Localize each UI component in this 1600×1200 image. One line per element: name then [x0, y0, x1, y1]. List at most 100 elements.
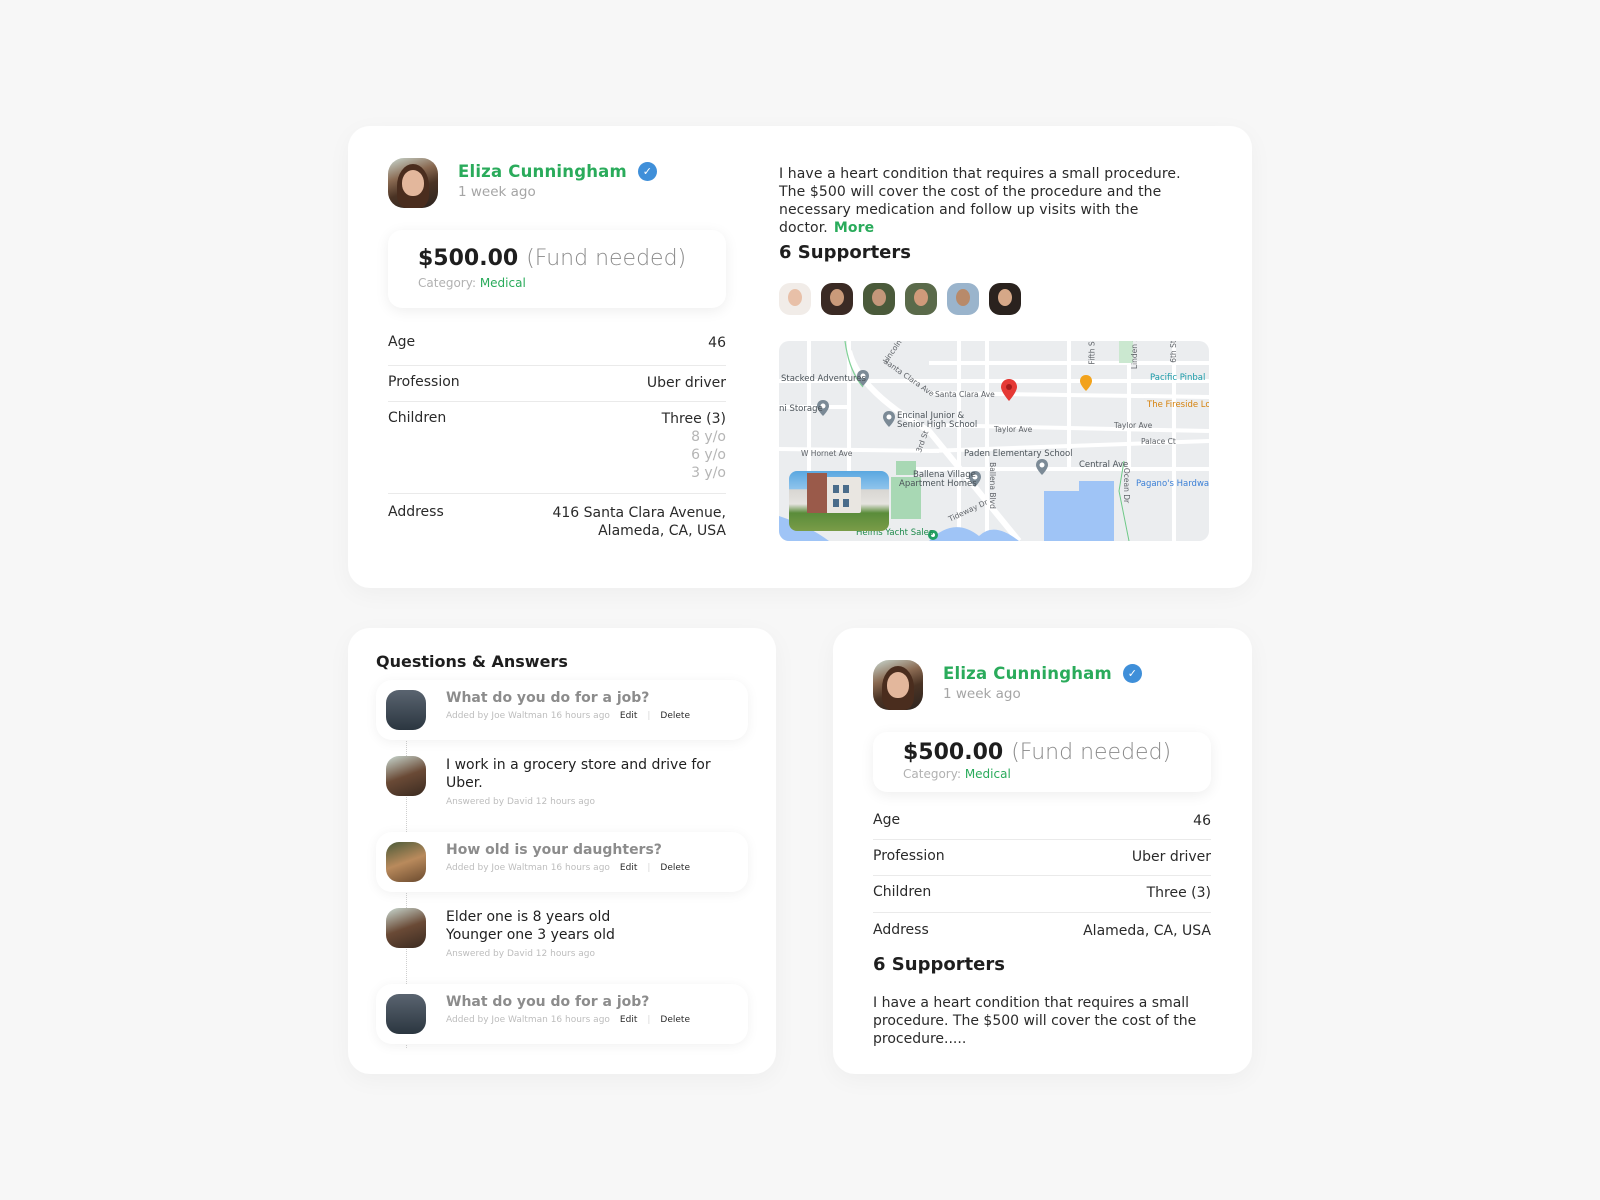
qa-list: What do you do for a job? Added by Joe W…: [376, 680, 748, 1044]
detail-value: Three (3): [1146, 885, 1211, 901]
fund-amount: $500.00: [418, 246, 519, 271]
compact-campaign-card: Eliza Cunningham ✓ 1 week ago $500.00 (Fu…: [833, 628, 1252, 1074]
supporter-avatar[interactable]: [905, 283, 937, 315]
location-pin-icon[interactable]: [1001, 379, 1017, 401]
answer-text: Elder one is 8 years old: [446, 909, 611, 925]
map-label: Central Ave: [1079, 460, 1129, 470]
category-value[interactable]: Medical: [480, 276, 526, 290]
edit-button[interactable]: Edit: [620, 711, 637, 721]
answer-meta: Answered by David 12 hours ago: [446, 949, 596, 959]
category-value[interactable]: Medical: [965, 767, 1011, 781]
profile-header: Eliza Cunningham ✓ 1 week ago: [873, 660, 1142, 710]
fund-label: (Fund needed): [526, 246, 687, 271]
more-link[interactable]: More: [834, 220, 874, 236]
question-meta: Added by Joe Waltman 16 hours ago: [446, 863, 610, 873]
post-time: 1 week ago: [943, 686, 1021, 702]
answer-text: I work in a grocery store and drive for …: [446, 757, 711, 791]
map-label: Pagano's Hardwa: [1136, 479, 1209, 489]
question-item: How old is your daughters? Added by Joe …: [376, 832, 748, 892]
map-label: Linden St: [1130, 341, 1140, 370]
map-label: Taylor Ave: [1114, 421, 1153, 430]
answer-item: I work in a grocery store and drive for …: [376, 740, 748, 832]
supporter-avatar[interactable]: [779, 283, 811, 315]
detail-label: Age: [873, 812, 901, 828]
asker-avatar[interactable]: [386, 690, 426, 730]
detail-row-address: Address Alameda, CA, USA: [873, 913, 1211, 949]
avatar[interactable]: [873, 660, 923, 710]
map-label: Palace Ct: [1141, 437, 1176, 446]
map-label: Senior High School: [897, 420, 978, 430]
asker-avatar[interactable]: [386, 842, 426, 882]
fund-category: Category: Medical: [418, 276, 696, 290]
category-label: Category:: [418, 276, 476, 290]
detail-row-age: Age 46: [873, 804, 1211, 840]
detail-value: Three (3): [661, 411, 726, 427]
details-table: Age 46 Profession Uber driver Children T…: [388, 330, 726, 540]
map-label: Fifth St: [1087, 341, 1097, 365]
child-age: 6 y/o: [691, 447, 726, 463]
supporter-avatar[interactable]: [821, 283, 853, 315]
fund-box: $500.00 (Fund needed) Category: Medical: [388, 230, 726, 308]
property-photo[interactable]: [789, 471, 889, 531]
detail-label: Profession: [388, 374, 460, 390]
answer-text: Younger one 3 years old: [446, 927, 615, 943]
asker-avatar[interactable]: [386, 994, 426, 1034]
supporters-title: 6 Supporters: [873, 954, 1005, 975]
fund-amount: $500.00: [903, 740, 1004, 765]
detail-value: 46: [708, 335, 726, 351]
delete-button[interactable]: Delete: [660, 711, 690, 721]
edit-button[interactable]: Edit: [620, 1015, 637, 1025]
child-age: 3 y/o: [691, 465, 726, 481]
detail-value: Uber driver: [646, 375, 726, 391]
detail-row-address: Address 416 Santa Clara Avenue, Alameda,…: [388, 494, 726, 540]
question-text: What do you do for a job?: [446, 994, 650, 1010]
answerer-avatar[interactable]: [386, 756, 426, 796]
delete-button[interactable]: Delete: [660, 863, 690, 873]
map-label: Pacific Pinbal: [1150, 373, 1206, 383]
qa-card: Questions & Answers What do you do for a…: [348, 628, 776, 1074]
answerer-avatar[interactable]: [386, 908, 426, 948]
question-item: What do you do for a job? Added by Joe W…: [376, 984, 748, 1044]
details-table: Age 46 Profession Uber driver Children T…: [873, 804, 1211, 949]
separator: |: [647, 1015, 651, 1025]
restaurant-pin-icon: [1080, 375, 1092, 391]
map-label: Ballena Blvd: [987, 462, 997, 509]
detail-value: Alameda, CA, USA: [1083, 923, 1211, 939]
map-label: Apartment Homes: [899, 479, 977, 489]
detail-value: Uber driver: [1131, 849, 1211, 865]
map-label: 6th St: [1168, 341, 1178, 363]
detail-value: Alameda, CA, USA: [598, 523, 726, 539]
fund-box: $500.00 (Fund needed) Category: Medical: [873, 732, 1211, 792]
detail-row-profession: Profession Uber driver: [873, 840, 1211, 876]
profile-name[interactable]: Eliza Cunningham: [943, 664, 1112, 683]
category-label: Category:: [903, 767, 961, 781]
fund-category: Category: Medical: [903, 767, 1181, 781]
map-label: Paden Elementary School: [964, 449, 1073, 459]
question-meta: Added by Joe Waltman 16 hours ago: [446, 711, 610, 721]
detail-label: Age: [388, 334, 416, 350]
detail-value: 416 Santa Clara Avenue,: [552, 505, 726, 521]
supporter-avatar[interactable]: [989, 283, 1021, 315]
question-text: How old is your daughters?: [446, 842, 662, 858]
separator: |: [647, 711, 651, 721]
map-label: Ocean Dr: [1122, 467, 1132, 504]
detail-label: Children: [388, 410, 447, 426]
supporter-avatar[interactable]: [947, 283, 979, 315]
supporters-title: 6 Supporters: [779, 242, 911, 263]
description: I have a heart condition that requires a…: [779, 165, 1199, 237]
edit-button[interactable]: Edit: [620, 863, 637, 873]
profile-name[interactable]: Eliza Cunningham: [458, 162, 627, 181]
verified-badge-icon: ✓: [1122, 664, 1142, 683]
supporter-avatar[interactable]: [863, 283, 895, 315]
supporters-list: [779, 283, 1021, 315]
map-label: W Hornet Ave: [801, 449, 853, 458]
detail-label: Children: [873, 884, 932, 900]
delete-button[interactable]: Delete: [660, 1015, 690, 1025]
detail-row-children: Children Three (3): [873, 876, 1211, 913]
avatar[interactable]: [388, 158, 438, 208]
location-map[interactable]: Stacked Adventures ni Storage Lincoln Sa…: [779, 341, 1209, 541]
separator: |: [647, 863, 651, 873]
child-age: 8 y/o: [691, 429, 726, 445]
map-label: Taylor Ave: [994, 425, 1033, 434]
profile-header: Eliza Cunningham ✓ 1 week ago: [388, 158, 657, 208]
